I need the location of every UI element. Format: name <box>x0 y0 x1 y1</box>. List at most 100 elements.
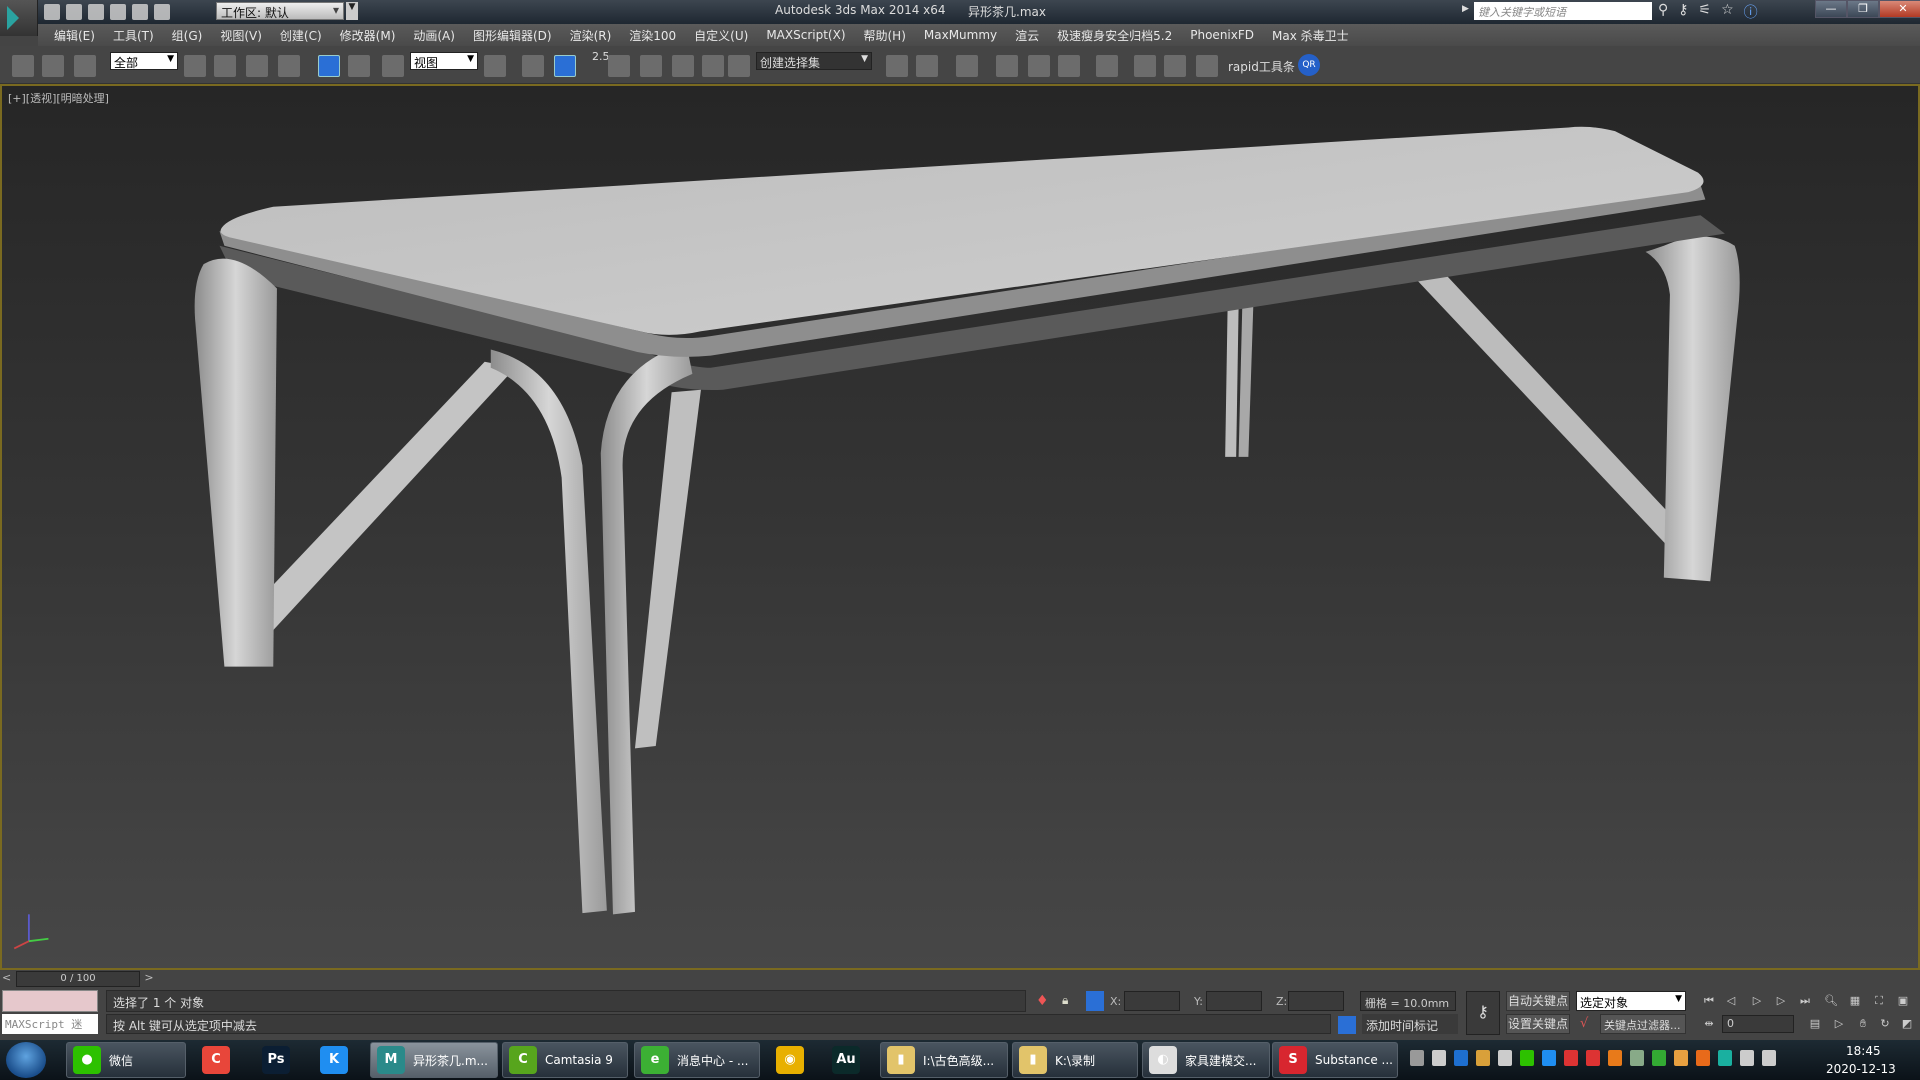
previous-frame-icon[interactable]: ◁ <box>1722 992 1740 1010</box>
select-by-name-icon[interactable] <box>214 55 236 77</box>
menu-item[interactable]: Max 杀毒卫士 <box>1272 27 1349 44</box>
menu-item[interactable]: MAXScript(X) <box>766 28 845 42</box>
coffee-table-model[interactable] <box>195 127 1740 915</box>
select-rotate-icon[interactable] <box>348 55 370 77</box>
tray-icon[interactable] <box>1630 1050 1644 1066</box>
orbit-icon[interactable]: ↻ <box>1876 1015 1894 1033</box>
tray-icon[interactable] <box>1498 1050 1512 1066</box>
menu-item[interactable]: 渲染100 <box>629 27 676 44</box>
viewport-label[interactable]: [+][透视][明暗处理] <box>8 90 109 106</box>
tray-icon[interactable] <box>1674 1050 1688 1066</box>
menu-item[interactable]: 工具(T) <box>113 27 154 44</box>
app-menu-button[interactable] <box>0 0 38 36</box>
tray-icon[interactable] <box>1652 1050 1666 1066</box>
rectangular-selection-icon[interactable] <box>246 55 268 77</box>
menu-item[interactable]: 创建(C) <box>280 27 322 44</box>
menu-item[interactable]: 组(G) <box>172 27 203 44</box>
customize-quick-access-button[interactable]: ▼ <box>346 2 358 20</box>
add-time-tag-button[interactable]: 添加时间标记 <box>1362 1014 1458 1034</box>
menu-item[interactable]: 渲云 <box>1015 27 1039 44</box>
key-tool-icon[interactable]: ⚷ <box>1678 2 1688 22</box>
key-filter-curve-icon[interactable]: √ <box>1580 1016 1588 1031</box>
new-file-icon[interactable] <box>44 4 60 20</box>
schematic-view-icon[interactable] <box>1058 55 1080 77</box>
reference-coordinate-dropdown[interactable]: 视图▼ <box>410 52 478 70</box>
go-to-end-icon[interactable]: ⏭ <box>1796 992 1814 1010</box>
minimize-button[interactable]: — <box>1815 0 1847 18</box>
tray-icon[interactable] <box>1740 1050 1754 1066</box>
scene-explorer-icon[interactable] <box>996 55 1018 77</box>
tray-icon[interactable] <box>1718 1050 1732 1066</box>
perspective-viewport[interactable]: [+][透视][明暗处理] <box>0 84 1920 970</box>
menu-item[interactable]: 极速瘦身安全归档5.2 <box>1057 27 1172 44</box>
align-icon[interactable] <box>916 55 938 77</box>
named-selection-set-dropdown[interactable]: 创建选择集▼ <box>756 52 872 70</box>
link-icon[interactable] <box>12 55 34 77</box>
key-mode-dropdown[interactable]: 选定对象▼ <box>1576 991 1686 1011</box>
select-manipulate-icon[interactable] <box>484 55 506 77</box>
next-frame-icon[interactable]: ▷ <box>1772 992 1790 1010</box>
material-editor-icon[interactable] <box>1096 55 1118 77</box>
close-button[interactable]: ✕ <box>1879 0 1920 18</box>
binoculars-icon[interactable]: ⚲ <box>1658 2 1668 22</box>
taskbar-item[interactable]: M异形茶几.m... <box>370 1042 498 1078</box>
angle-snap-icon[interactable] <box>640 55 662 77</box>
star-icon[interactable]: ☆ <box>1721 2 1734 22</box>
select-object-icon[interactable] <box>184 55 206 77</box>
mirror-icon[interactable] <box>886 55 908 77</box>
tray-icon[interactable] <box>1476 1050 1490 1066</box>
select-move-icon[interactable] <box>318 55 340 77</box>
set-keys-key-icon[interactable]: ⚷ <box>1466 991 1500 1035</box>
menu-item[interactable]: 帮助(H) <box>864 27 906 44</box>
menu-item[interactable]: 修改器(M) <box>340 27 396 44</box>
curve-editor-icon[interactable] <box>1028 55 1050 77</box>
taskbar-item[interactable]: Au <box>826 1042 872 1078</box>
selection-filter-dropdown[interactable]: 全部▼ <box>110 52 178 70</box>
window-crossing-icon[interactable] <box>278 55 300 77</box>
taskbar-item[interactable]: ◉ <box>770 1042 816 1078</box>
percent-snap-icon[interactable] <box>672 55 694 77</box>
keyboard-shortcut-override-icon[interactable] <box>554 55 576 77</box>
key-mode-toggle-icon[interactable]: ⇹ <box>1700 1015 1718 1033</box>
taskbar-item[interactable]: K <box>314 1042 360 1078</box>
tray-icon[interactable] <box>1520 1050 1534 1066</box>
bind-space-warp-icon[interactable] <box>74 55 96 77</box>
undo-icon[interactable] <box>110 4 126 20</box>
maximize-viewport-icon[interactable]: ◩ <box>1898 1015 1916 1033</box>
taskbar-item[interactable]: ▮I:\古色高级... <box>880 1042 1008 1078</box>
infocenter-search-input[interactable]: 键入关键字或短语 <box>1474 2 1652 20</box>
zoom-extents-all-icon[interactable]: ▣ <box>1894 992 1912 1010</box>
time-configuration-icon[interactable]: ▤ <box>1806 1015 1824 1033</box>
start-button[interactable] <box>6 1042 46 1078</box>
y-coordinate-input[interactable] <box>1206 991 1262 1011</box>
time-tag-icon[interactable] <box>1338 1016 1356 1034</box>
layer-explorer-icon[interactable] <box>956 55 978 77</box>
tray-icon[interactable] <box>1608 1050 1622 1066</box>
render-setup-icon[interactable] <box>1134 55 1156 77</box>
taskbar-item[interactable]: ▮K:\录制 <box>1012 1042 1138 1078</box>
time-slider[interactable]: 0 / 100 <box>16 971 140 987</box>
isolate-selection-icon[interactable]: ♦ <box>1036 993 1049 1009</box>
project-folder-icon[interactable] <box>154 4 170 20</box>
taskbar-item[interactable]: Ps <box>256 1042 302 1078</box>
open-file-icon[interactable] <box>66 4 82 20</box>
tray-icon[interactable] <box>1564 1050 1578 1066</box>
time-slider-next-button[interactable]: > <box>142 971 156 987</box>
rapid-toolbar-label[interactable]: rapid工具条 <box>1228 58 1295 75</box>
field-of-view-icon[interactable]: ▷ <box>1830 1015 1848 1033</box>
clock-date[interactable]: 2020-12-13 <box>1826 1062 1896 1076</box>
current-frame-input[interactable]: 0 <box>1722 1015 1794 1033</box>
redo-icon[interactable] <box>132 4 148 20</box>
menu-item[interactable]: 图形编辑器(D) <box>473 27 552 44</box>
satellite-icon[interactable]: ⚟ <box>1699 2 1712 22</box>
x-coordinate-input[interactable] <box>1124 991 1180 1011</box>
tray-icon[interactable] <box>1696 1050 1710 1066</box>
taskbar-item[interactable]: ●微信 <box>66 1042 186 1078</box>
help-icon[interactable]: ⓘ <box>1744 2 1758 22</box>
save-icon[interactable] <box>88 4 104 20</box>
clock-time[interactable]: 18:45 <box>1846 1044 1881 1058</box>
taskbar-item[interactable]: e消息中心 - ... <box>634 1042 760 1078</box>
edit-named-selection-icon[interactable] <box>728 55 750 77</box>
expand-search-icon[interactable]: ▶ <box>1462 4 1469 14</box>
maxscript-mini-listener-output[interactable] <box>2 990 98 1012</box>
